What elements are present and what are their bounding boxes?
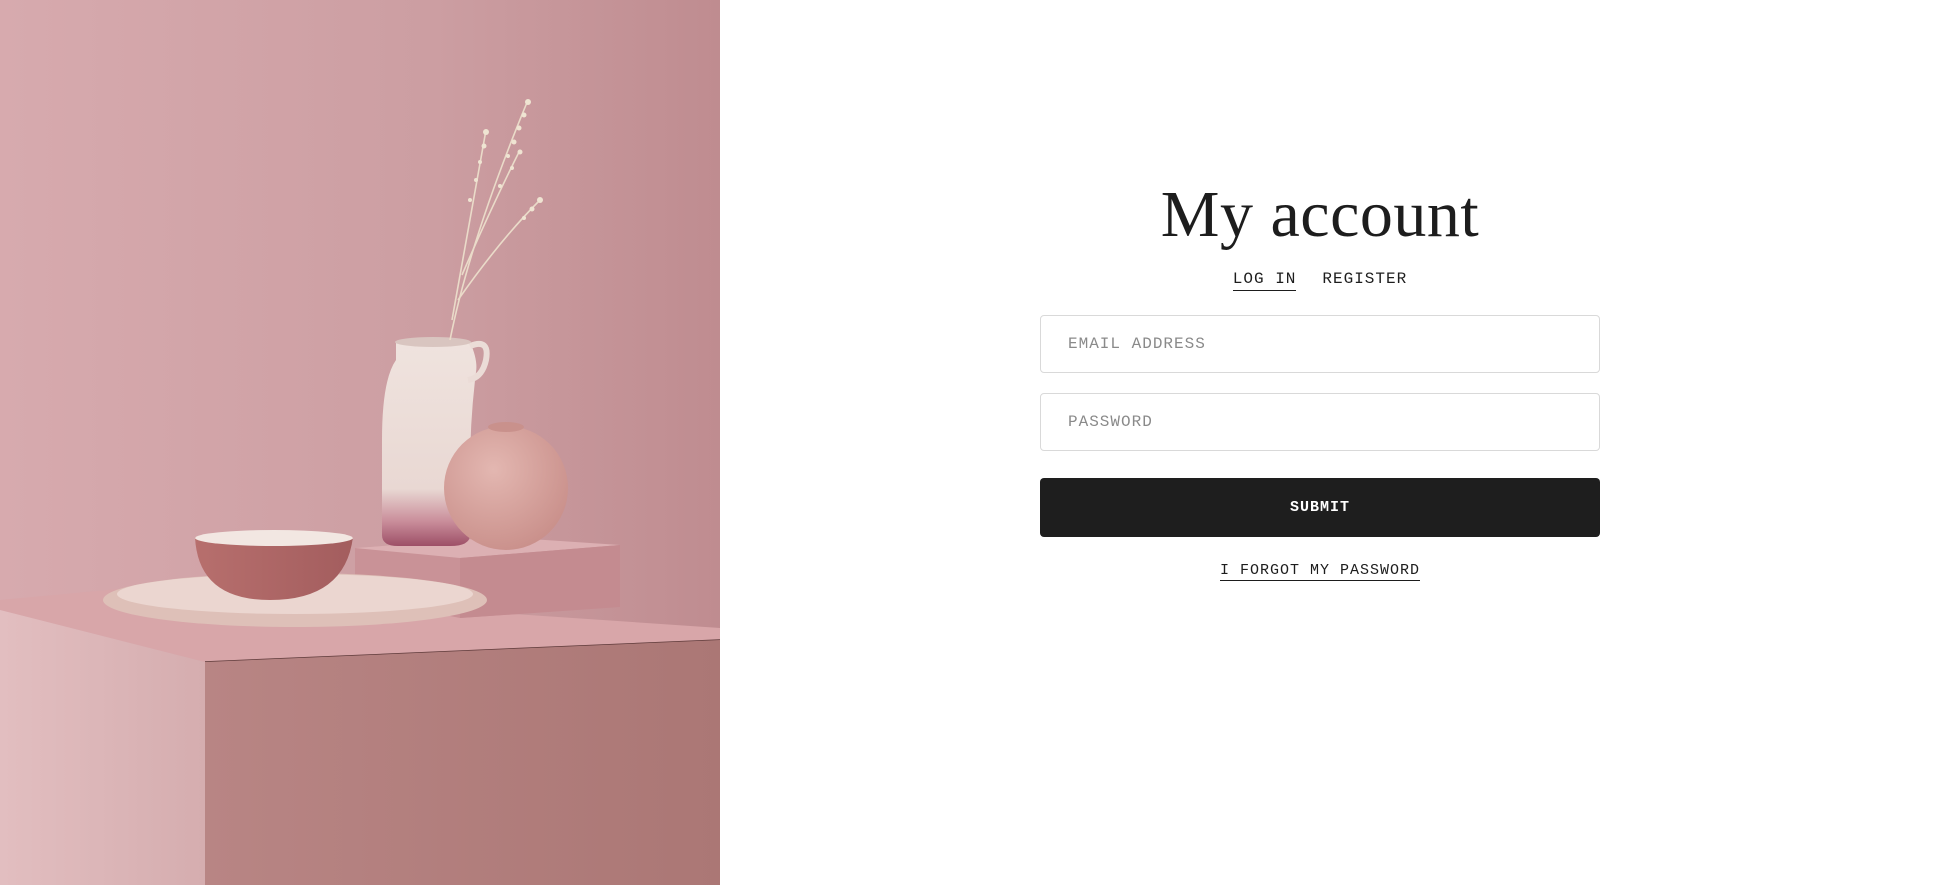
password-field[interactable] xyxy=(1040,393,1600,451)
vase-mouth-shape xyxy=(395,337,471,347)
bowl-rim-shape xyxy=(195,530,353,546)
account-panel: My account LOG IN REGISTER SUBMIT I FORG… xyxy=(720,0,1937,885)
tab-register[interactable]: REGISTER xyxy=(1322,270,1407,291)
email-field[interactable] xyxy=(1040,315,1600,373)
pedestal-front-shape xyxy=(205,640,720,885)
forgot-password-row: I FORGOT MY PASSWORD xyxy=(1040,561,1600,581)
forgot-password-link[interactable]: I FORGOT MY PASSWORD xyxy=(1219,562,1421,581)
account-tabs: LOG IN REGISTER xyxy=(1040,270,1600,291)
submit-button[interactable]: SUBMIT xyxy=(1040,478,1600,537)
login-form: My account LOG IN REGISTER SUBMIT I FORG… xyxy=(1040,170,1600,581)
page-title: My account xyxy=(1160,178,1480,251)
hero-image xyxy=(0,0,720,885)
round-vase-shape xyxy=(444,426,568,550)
login-page: My account LOG IN REGISTER SUBMIT I FORG… xyxy=(0,0,1937,885)
round-vase-neck-shape xyxy=(488,422,524,432)
still-life-illustration xyxy=(0,0,720,885)
tab-log-in[interactable]: LOG IN xyxy=(1232,270,1297,291)
